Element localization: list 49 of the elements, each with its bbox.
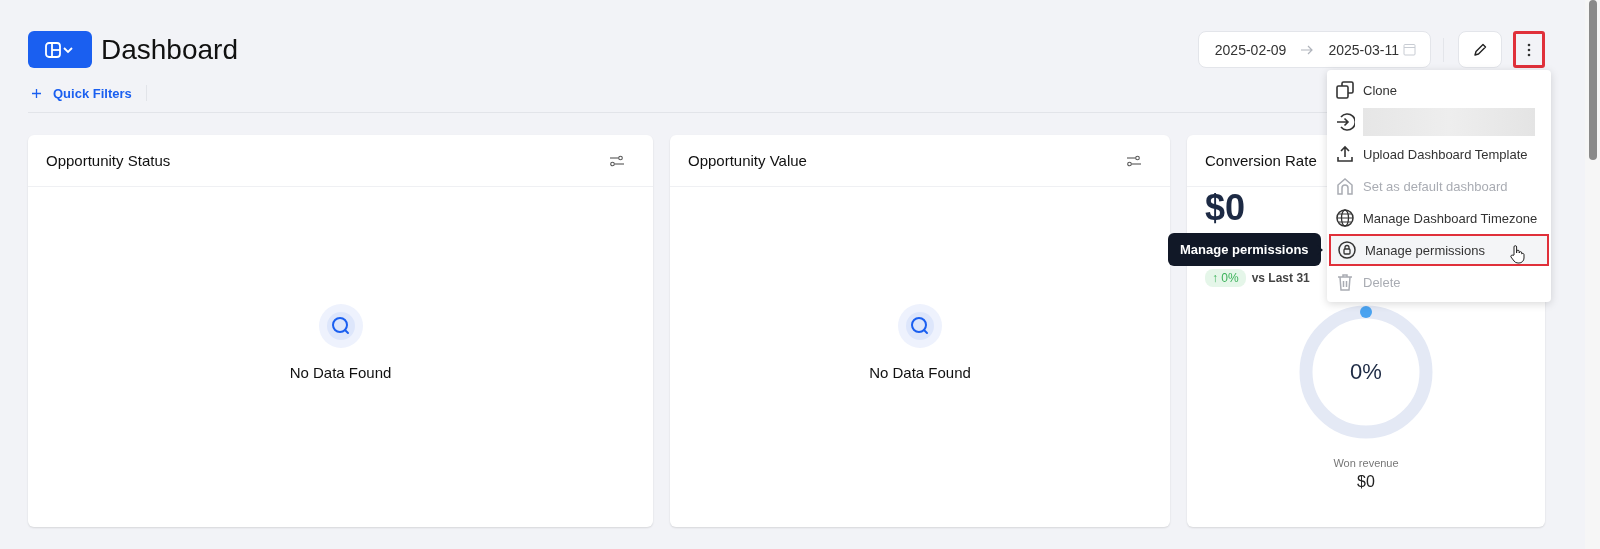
metric-value: $0	[1205, 189, 1246, 227]
edit-button[interactable]	[1458, 31, 1502, 68]
menu-item[interactable]: Manage permissions	[1329, 234, 1549, 266]
hand-cursor-icon	[1509, 244, 1525, 264]
menu-item-label: Clone	[1363, 82, 1397, 98]
copy-icon	[1335, 80, 1355, 100]
comparison-label: vs Last 31	[1251, 271, 1310, 285]
layout-icon	[45, 40, 75, 59]
no-data-message: No Data Found	[869, 363, 971, 381]
more-options-button[interactable]	[1513, 31, 1545, 68]
layout-menu-button[interactable]	[28, 31, 92, 68]
menu-item[interactable]: Upload Dashboard Template	[1327, 138, 1551, 170]
arrow-right-icon	[1300, 44, 1315, 55]
globe-icon	[1335, 208, 1355, 228]
lock-icon	[1337, 240, 1357, 260]
menu-item[interactable]: Manage Dashboard Timezone	[1327, 202, 1551, 234]
more-vertical-icon	[1527, 42, 1531, 57]
sign-in-icon	[1335, 112, 1355, 132]
start-date: 2025-02-09	[1214, 41, 1287, 58]
widget-title: Opportunity Status	[46, 152, 171, 169]
trash-icon	[1335, 272, 1355, 292]
page-title: Dashboard	[101, 33, 238, 66]
filter-settings-icon[interactable]	[609, 154, 625, 167]
upload-icon	[1335, 144, 1355, 164]
menu-item[interactable]: Clone	[1327, 74, 1551, 106]
pencil-icon	[1472, 41, 1488, 58]
calendar-icon	[1403, 43, 1416, 56]
no-data-message: No Data Found	[289, 363, 392, 381]
gauge-percentage: 0%	[1350, 359, 1382, 385]
caption-value: $0	[1357, 473, 1375, 491]
home-icon	[1335, 176, 1355, 196]
scrollbar-thumb[interactable]	[1589, 0, 1597, 160]
menu-item-label: Set as default dashboard	[1363, 178, 1508, 194]
change-badge: ↑ 0%	[1205, 269, 1246, 287]
search-icon	[898, 303, 942, 348]
caption-label: Won revenue	[1333, 457, 1399, 469]
menu-item-label: Manage permissions	[1365, 242, 1485, 258]
search-icon	[318, 303, 363, 348]
menu-item-label: Manage Dashboard Timezone	[1363, 210, 1538, 226]
widget-title: Conversion Rate	[1205, 152, 1317, 169]
plus-icon	[32, 88, 41, 98]
menu-item-label: Delete	[1363, 274, 1401, 290]
widget-title: Opportunity Value	[688, 152, 807, 169]
date-range-field[interactable]: 2025-02-09 2025-03-11	[1197, 31, 1431, 68]
filter-settings-icon[interactable]	[1126, 154, 1142, 167]
menu-item-label: Upload Dashboard Template	[1363, 146, 1528, 162]
quick-filters-link[interactable]: Quick Filters	[51, 85, 132, 101]
tooltip: Manage permissions	[1168, 233, 1321, 266]
end-date: 2025-03-11	[1328, 41, 1399, 58]
